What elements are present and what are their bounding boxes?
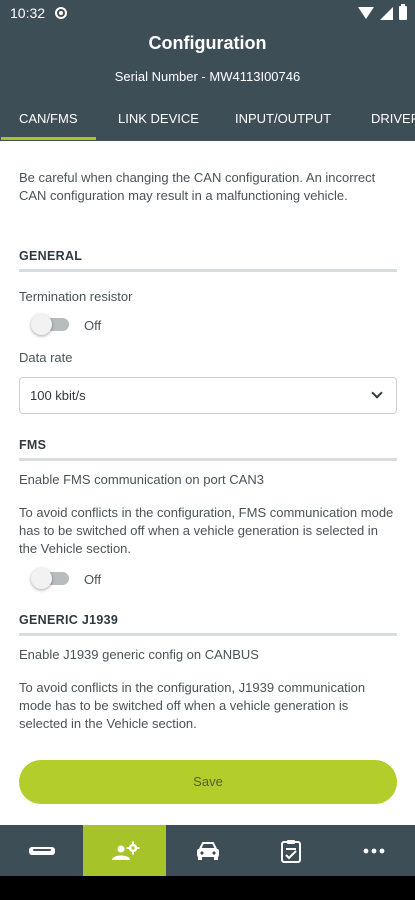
- notification-icon: [55, 7, 67, 19]
- section-divider: [19, 633, 397, 636]
- nav-configuration[interactable]: [83, 825, 166, 876]
- fms-state: Off: [84, 572, 102, 587]
- user-settings-icon: [111, 841, 139, 860]
- bottom-navigation: [0, 825, 415, 876]
- termination-resistor-state: Off: [84, 318, 102, 333]
- termination-resistor-toggle[interactable]: [31, 312, 73, 336]
- serial-number: Serial Number - MW4113I00746: [114, 69, 301, 84]
- tab-link-device[interactable]: LINK DEVICE: [118, 111, 199, 126]
- j1939-note: To avoid conflicts in the configuration,…: [19, 680, 366, 731]
- tab-driver[interactable]: DRIVER: [371, 111, 415, 126]
- fms-toggle[interactable]: [31, 566, 73, 590]
- nav-vehicle[interactable]: [166, 825, 249, 876]
- checklist-icon: [280, 839, 301, 863]
- car-icon: [196, 841, 219, 860]
- toggle-thumb: [31, 314, 52, 335]
- nav-more[interactable]: [332, 825, 415, 876]
- tab-input-output[interactable]: INPUT/OUTPUT: [235, 111, 331, 126]
- wifi-icon: [358, 7, 374, 19]
- system-navigation-bar: [0, 876, 415, 900]
- tab-bar: CAN/FMS LINK DEVICE INPUT/OUTPUT DRIVER: [0, 100, 415, 141]
- app-header: 10:32 Configuration Serial Number - MW41…: [0, 0, 415, 141]
- page-title: Configuration: [148, 33, 267, 53]
- data-rate-label: Data rate: [19, 350, 73, 365]
- save-button[interactable]: Save: [19, 760, 397, 804]
- nav-checklist[interactable]: [249, 825, 332, 876]
- status-time: 10:32: [10, 5, 46, 21]
- tab-can-fms[interactable]: CAN/FMS: [1, 111, 95, 140]
- signal-icon: [380, 6, 393, 20]
- fms-enable-label: Enable FMS communication on port CAN3: [19, 472, 264, 487]
- data-rate-select[interactable]: 100 kbit/s: [19, 377, 397, 414]
- warning-text: Be careful when changing the CAN configu…: [19, 170, 376, 203]
- device-icon: [28, 846, 55, 855]
- battery-icon: [399, 4, 407, 20]
- j1939-enable-label: Enable J1939 generic config on CANBUS: [19, 647, 259, 662]
- termination-resistor-label: Termination resistor: [19, 289, 133, 304]
- chevron-down-icon: [371, 387, 383, 399]
- section-heading-j1939: GENERIC J1939: [19, 613, 119, 627]
- status-bar: 10:32: [0, 0, 415, 26]
- more-icon: [363, 848, 384, 853]
- section-divider: [19, 458, 397, 461]
- nav-device[interactable]: [0, 825, 83, 876]
- toggle-thumb: [31, 568, 52, 589]
- section-heading-general: GENERAL: [19, 249, 83, 263]
- status-icons: [358, 4, 407, 21]
- section-heading-fms: FMS: [19, 438, 47, 452]
- fms-note: To avoid conflicts in the configuration,…: [19, 505, 394, 556]
- data-rate-value: 100 kbit/s: [30, 388, 86, 403]
- section-divider: [19, 269, 397, 272]
- can-fms-content: Be careful when changing the CAN configu…: [0, 141, 415, 825]
